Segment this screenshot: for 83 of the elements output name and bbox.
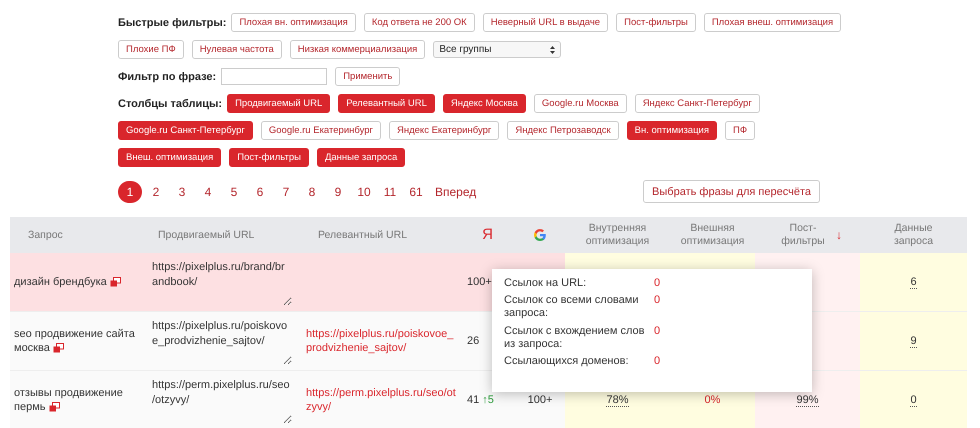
column-header: Внутренняя оптимизация: [584, 222, 650, 248]
yandex-position: 41: [467, 394, 480, 406]
quick-filter-button[interactable]: Плохая вн. оптимизация: [231, 13, 356, 32]
column-header: Данные запроса: [892, 222, 934, 248]
query-data-value[interactable]: 9: [910, 334, 917, 348]
quick-filter-button[interactable]: Нулевая частота: [192, 40, 282, 59]
page-link[interactable]: 3: [170, 180, 194, 202]
relevant-url-link[interactable]: https://pixelplus.ru/poiskovoe_prodvizhenie_sajtov/: [306, 326, 456, 356]
column-header: Запрос: [28, 228, 63, 242]
column-header: Внешняя оптимизация: [680, 222, 744, 248]
page-link[interactable]: 61: [404, 180, 428, 202]
column-toggle-button[interactable]: Пост-фильтры: [229, 148, 309, 167]
column-toggle-button[interactable]: Яндекс Москва: [442, 94, 526, 113]
column-toggle-button[interactable]: ПФ: [724, 121, 756, 140]
page-link[interactable]: 4: [196, 180, 220, 202]
quick-filter-button[interactable]: Плохая внеш. оптимизация: [704, 13, 842, 32]
page-link[interactable]: 8: [300, 180, 324, 202]
select-phrases-button[interactable]: Выбрать фразы для пересчёта: [643, 180, 820, 203]
page-link[interactable]: 11: [378, 180, 402, 202]
query-cell-text: отзывы продвижение пермь: [14, 386, 124, 414]
query-cell: дизайн брендбука: [14, 274, 121, 290]
quick-filter-button[interactable]: Плохие ПФ: [118, 40, 184, 59]
column-toggle-button[interactable]: Релевантный URL: [338, 94, 435, 113]
popup-value: 0: [654, 324, 662, 339]
next-page-link[interactable]: Вперед: [434, 180, 478, 202]
quick-filter-button[interactable]: Код ответа не 200 ОК: [364, 13, 475, 32]
filter-label: Фильтр по фразе:: [118, 70, 216, 82]
google-logo-icon: [533, 228, 547, 242]
popup-label: Ссылок со всеми словами запроса:: [504, 294, 640, 321]
url-textarea[interactable]: https://pixelplus.ru/brand/brandbook/: [150, 258, 292, 306]
phrase-input[interactable]: [221, 68, 328, 85]
post-filters-value[interactable]: 99%: [796, 394, 819, 406]
apply-button[interactable]: Применить: [335, 67, 400, 86]
yandex-position: 26: [467, 335, 480, 347]
column-toggle-button[interactable]: Яндекс Екатеринбург: [389, 121, 500, 140]
internal-optimization-value[interactable]: 78%: [606, 394, 629, 406]
column-toggle-button[interactable]: Данные запроса: [316, 148, 406, 167]
popup-label: Ссылок на URL:: [504, 277, 588, 290]
group-select[interactable]: Все группы: [433, 41, 562, 58]
page-link[interactable]: 9: [326, 180, 350, 202]
quick-filter-button[interactable]: Неверный URL в выдаче: [482, 13, 608, 32]
column-toggle-button[interactable]: Google.ru Екатеринбург: [260, 121, 381, 140]
column-toggle-button[interactable]: Яндекс Петрозаводск: [507, 121, 619, 140]
column-header: Продвигаемый URL: [158, 228, 254, 242]
column-toggle-button[interactable]: Google.ru Санкт-Петербург: [118, 121, 253, 140]
popup-value: 0: [654, 277, 662, 290]
column-toggle-button[interactable]: Продвигаемый URL: [227, 94, 330, 113]
query-cell: seo продвижение сайта москва: [14, 326, 136, 356]
relevant-url-link[interactable]: https://perm.pixelplus.ru/seo/otzyvy/: [306, 386, 456, 414]
filter-label: Быстрые фильтры:: [118, 16, 226, 28]
external-window-icon[interactable]: [110, 276, 121, 287]
page-link[interactable]: 5: [222, 180, 246, 202]
page-link[interactable]: 2: [144, 180, 168, 202]
column-toggle-button[interactable]: Вн. оптимизация: [626, 121, 717, 140]
page-link[interactable]: 1: [118, 180, 142, 202]
page-link[interactable]: 6: [248, 180, 272, 202]
yandex-position: 100+: [467, 276, 492, 288]
sort-arrow[interactable]: ↓: [836, 228, 842, 242]
popup-label: Ссылок с вхождением слов из запроса:: [504, 324, 646, 351]
external-window-icon[interactable]: [52, 343, 64, 354]
position-change: ↑5: [482, 394, 494, 406]
filter-label: Столбцы таблицы:: [118, 98, 222, 110]
url-textarea[interactable]: https://pixelplus.ru/poiskovoe_prodvizhenie_sajtov/: [150, 317, 292, 365]
column-toggle-button[interactable]: Внеш. оптимизация: [118, 148, 222, 167]
column-toggle-button[interactable]: Яндекс Санкт-Петербург: [634, 94, 760, 113]
external-optimization-value[interactable]: 0%: [704, 394, 720, 406]
popup-value: 0: [654, 294, 662, 308]
query-data-value[interactable]: 6: [910, 276, 917, 288]
external-window-icon[interactable]: [48, 402, 60, 412]
url-textarea[interactable]: https://perm.pixelplus.ru/seo/otzyvy/: [150, 376, 292, 424]
google-position: 100+: [528, 394, 552, 406]
query-data-value[interactable]: 0: [910, 394, 917, 406]
column-toggle-button[interactable]: Google.ru Москва: [534, 94, 627, 113]
popup-label: Ссылающихся доменов:: [504, 354, 630, 368]
column-header: Релевантный URL: [318, 228, 408, 242]
quick-filter-button[interactable]: Низкая коммерциализация: [290, 40, 426, 59]
quick-filter-button[interactable]: Пост-фильтры: [616, 13, 696, 32]
page-link[interactable]: 10: [352, 180, 376, 202]
select-arrows-icon: [550, 46, 556, 54]
column-header: Пост-фильтры: [780, 222, 826, 248]
yandex-logo: Я: [482, 226, 493, 244]
popup-value: 0: [654, 354, 662, 368]
page-link[interactable]: 7: [274, 180, 298, 202]
